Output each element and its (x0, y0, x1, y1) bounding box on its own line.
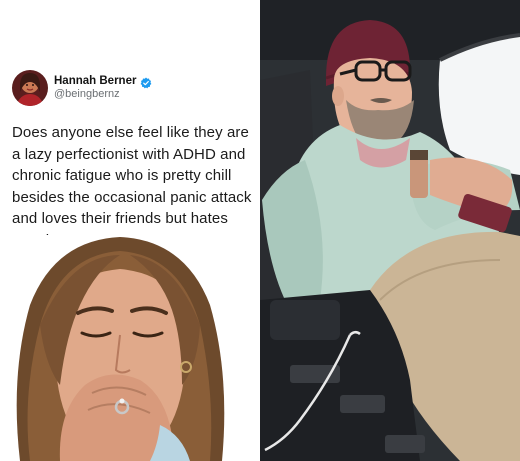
tweet-card: Hannah Berner @beingbernz Does anyone el… (12, 70, 252, 251)
author-info: Hannah Berner @beingbernz (54, 74, 152, 102)
tweet-text: Does anyone else feel like they are a la… (12, 124, 252, 249)
man-in-car-photo (260, 0, 520, 461)
meme-collage: Hannah Berner @beingbernz Does anyone el… (0, 0, 520, 461)
display-name[interactable]: Hannah Berner (54, 74, 136, 88)
avatar[interactable] (12, 70, 48, 106)
left-panel: Hannah Berner @beingbernz Does anyone el… (0, 0, 260, 461)
handle[interactable]: @beingbernz (54, 88, 152, 102)
woman-photo (0, 235, 260, 461)
verified-badge-icon (140, 75, 152, 89)
name-row: Hannah Berner (54, 74, 152, 89)
tweet-header: Hannah Berner @beingbernz (12, 70, 252, 106)
